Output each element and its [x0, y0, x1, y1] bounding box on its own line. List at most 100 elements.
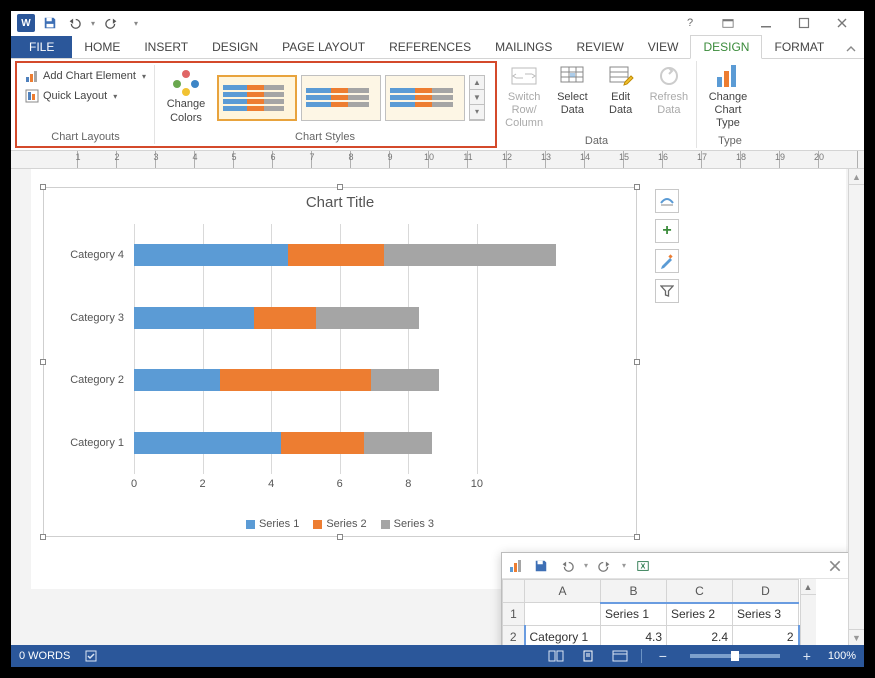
tab-references[interactable]: REFERENCES — [377, 36, 483, 58]
tab-page-layout[interactable]: PAGE LAYOUT — [270, 36, 377, 58]
group-type-label: Type — [701, 134, 759, 148]
chart-object[interactable]: Chart Title Category 4Category 3Category… — [43, 187, 637, 537]
chart-elements-button[interactable]: + — [655, 219, 679, 243]
select-data-button[interactable]: Select Data — [549, 61, 595, 119]
chart-legend[interactable]: Series 1 Series 2 Series 3 — [44, 518, 636, 530]
change-colors-button[interactable]: Change Colors — [159, 68, 213, 126]
chart-styles-button[interactable] — [655, 249, 679, 273]
add-chart-element-icon — [25, 69, 39, 83]
change-chart-type-button[interactable]: Change Chart Type — [701, 61, 755, 133]
close-icon[interactable] — [828, 13, 856, 33]
edit-data-button[interactable]: Edit Data — [598, 61, 644, 119]
chart-style-gallery-scroll[interactable]: ▲ ▼ ▾ — [469, 75, 485, 121]
sheet-close-icon[interactable] — [826, 557, 844, 575]
chart-side-buttons: + — [655, 189, 679, 303]
sheet-redo-icon[interactable] — [596, 557, 614, 575]
svg-text:X: X — [641, 563, 646, 570]
refresh-data-button: Refresh Data — [646, 61, 692, 119]
chart-filters-button[interactable] — [655, 279, 679, 303]
spellcheck-icon[interactable] — [80, 647, 102, 665]
sheet-undo-icon[interactable] — [558, 557, 576, 575]
chevron-down-icon[interactable]: ▾ — [584, 561, 588, 570]
tab-design-standard[interactable]: DESIGN — [200, 36, 270, 58]
titlebar: W ▾ ▾ ? — [11, 11, 864, 35]
change-chart-type-icon — [713, 63, 743, 89]
maximize-icon[interactable] — [790, 13, 818, 33]
undo-dropdown-icon[interactable]: ▾ — [89, 14, 97, 32]
word-count[interactable]: 0 WORDS — [19, 650, 70, 662]
read-mode-icon[interactable] — [545, 647, 567, 665]
tab-file[interactable]: FILE — [11, 36, 72, 58]
ribbon-tabs: FILE HOME INSERT DESIGN PAGE LAYOUT REFE… — [11, 35, 864, 59]
chevron-down-icon[interactable]: ▾ — [622, 561, 626, 570]
bar-segment[interactable] — [220, 369, 371, 391]
tab-view[interactable]: VIEW — [636, 36, 691, 58]
document-area: Chart Title Category 4Category 3Category… — [11, 169, 864, 645]
app-window: W ▾ ▾ ? — [11, 11, 864, 667]
chevron-down-icon — [111, 90, 117, 102]
word-icon: W — [17, 14, 35, 32]
bar-segment[interactable] — [134, 432, 281, 454]
print-layout-icon[interactable] — [577, 647, 599, 665]
zoom-out-button[interactable]: − — [652, 647, 674, 665]
refresh-data-icon — [654, 63, 684, 89]
scroll-down-icon[interactable]: ▼ — [470, 90, 484, 105]
chart-data-sheet-window[interactable]: ▾ ▾ X ABCD1Series 1Series 2Series 32Cate… — [501, 552, 851, 645]
tab-insert[interactable]: INSERT — [132, 36, 200, 58]
layout-options-button[interactable] — [655, 189, 679, 213]
add-chart-element-button[interactable]: Add Chart Element — [21, 67, 150, 85]
tab-chart-design[interactable]: DESIGN — [690, 35, 762, 59]
bar-segment[interactable] — [316, 307, 419, 329]
chart-style-2[interactable] — [301, 75, 381, 121]
collapse-ribbon-icon[interactable] — [838, 40, 864, 58]
open-in-excel-icon[interactable]: X — [634, 557, 652, 575]
quick-layout-button[interactable]: Quick Layout — [21, 87, 150, 105]
zoom-slider[interactable] — [690, 654, 780, 658]
qat-customize-icon[interactable]: ▾ — [127, 14, 145, 32]
bar-segment[interactable] — [384, 244, 555, 266]
help-icon[interactable]: ? — [676, 13, 704, 33]
tab-review[interactable]: REVIEW — [564, 36, 635, 58]
bar-segment[interactable] — [254, 307, 316, 329]
horizontal-ruler[interactable]: 1234567891011121314151617181920 — [11, 151, 864, 169]
tab-chart-format[interactable]: FORMAT — [762, 36, 836, 58]
zoom-level[interactable]: 100% — [828, 650, 856, 662]
chart-icon — [508, 558, 524, 574]
bar-segment[interactable] — [371, 369, 440, 391]
quick-layout-icon — [25, 89, 39, 103]
switch-row-column-button: Switch Row/ Column — [501, 61, 547, 133]
redo-icon[interactable] — [103, 14, 121, 32]
sheet-save-icon[interactable] — [532, 557, 550, 575]
save-icon[interactable] — [41, 14, 59, 32]
edit-data-icon — [606, 63, 636, 89]
minimize-icon[interactable] — [752, 13, 780, 33]
bar-segment[interactable] — [134, 369, 220, 391]
ribbon-display-icon[interactable] — [714, 13, 742, 33]
chart-style-3[interactable] — [385, 75, 465, 121]
gallery-expand-icon[interactable]: ▾ — [470, 105, 484, 120]
scroll-up-icon[interactable]: ▲ — [470, 76, 484, 91]
document-vertical-scrollbar[interactable]: ▲ ▼ — [848, 169, 864, 645]
group-chart-layouts-label: Chart Layouts — [21, 130, 150, 144]
bar-segment[interactable] — [281, 432, 363, 454]
data-sheet-grid[interactable]: ABCD1Series 1Series 2Series 32Category 1… — [502, 579, 800, 645]
document-page: Chart Title Category 4Category 3Category… — [31, 169, 846, 589]
select-data-icon — [557, 63, 587, 89]
zoom-in-button[interactable]: + — [796, 647, 818, 665]
bar-segment[interactable] — [134, 307, 254, 329]
tab-mailings[interactable]: MAILINGS — [483, 36, 564, 58]
chart-title[interactable]: Chart Title — [44, 188, 636, 215]
group-data-label: Data — [501, 134, 692, 148]
chart-plot-area[interactable] — [134, 224, 614, 474]
bar-segment[interactable] — [134, 244, 288, 266]
bar-segment[interactable] — [288, 244, 384, 266]
bar-segment[interactable] — [364, 432, 433, 454]
chart-style-1[interactable] — [217, 75, 297, 121]
tab-home[interactable]: HOME — [72, 36, 132, 58]
chevron-down-icon — [140, 70, 146, 82]
undo-icon[interactable] — [65, 14, 83, 32]
web-layout-icon[interactable] — [609, 647, 631, 665]
sheet-titlebar[interactable]: ▾ ▾ X — [502, 553, 850, 579]
sheet-vertical-scrollbar[interactable]: ▲ ▼ — [800, 579, 816, 645]
status-bar: 0 WORDS − + 100% — [11, 645, 864, 667]
